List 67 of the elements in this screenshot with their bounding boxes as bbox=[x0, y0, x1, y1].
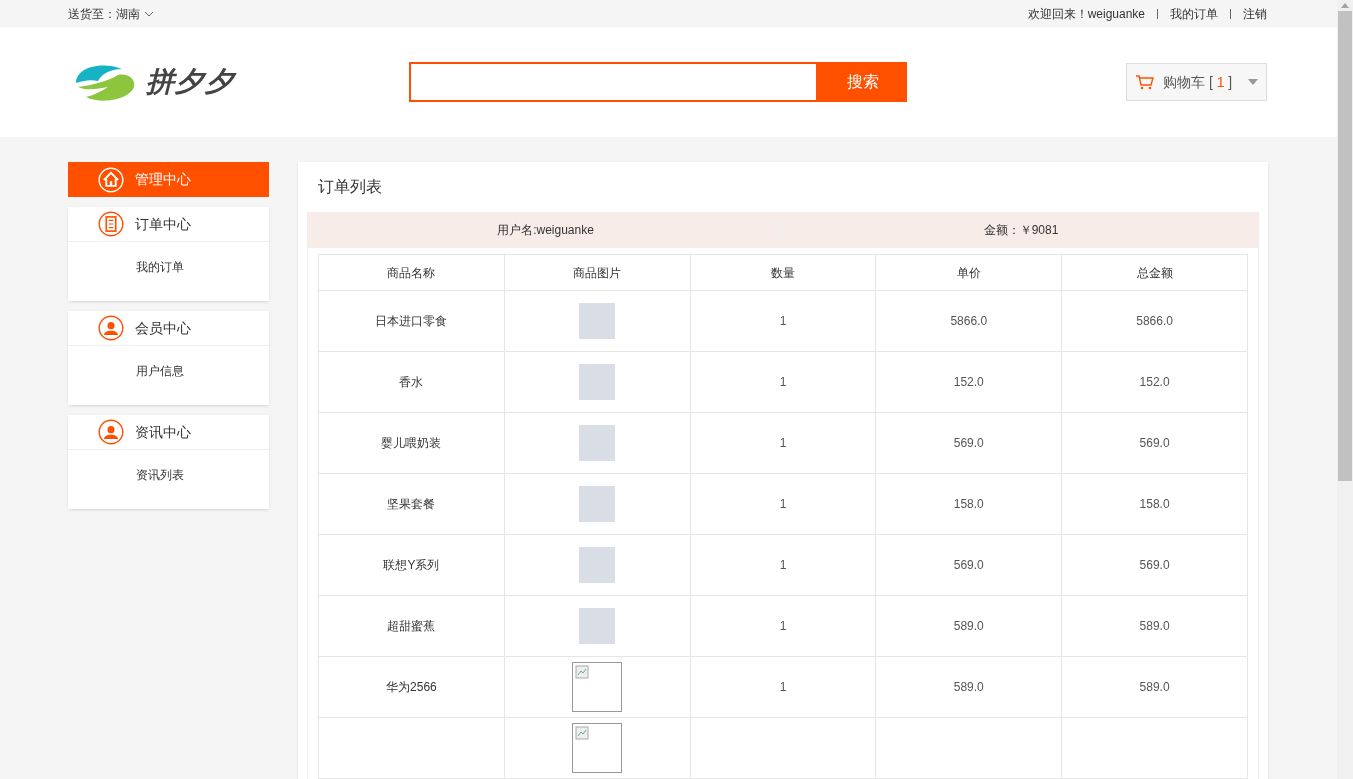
photo-placeholder bbox=[579, 303, 616, 339]
table-cell-text: 1 bbox=[779, 314, 787, 328]
table-cell-text: 152.0 bbox=[1139, 375, 1170, 389]
search-field[interactable] bbox=[409, 62, 818, 103]
column-header: 总金额 bbox=[1061, 254, 1248, 291]
table-cell-text: 日本进口零食 bbox=[375, 314, 448, 328]
table-cell-text: 1 bbox=[779, 497, 787, 511]
summary-text: 金额：￥9081 bbox=[783, 213, 1258, 247]
top-link[interactable]: 注销 bbox=[1243, 4, 1267, 23]
broken-image-icon bbox=[575, 726, 590, 740]
table-cell-text: 香水 bbox=[399, 375, 424, 389]
panel-title: 订单列表 bbox=[317, 177, 383, 197]
summary-text: 用户名:weiguanke bbox=[496, 222, 595, 239]
table-cell-text: 569.0 bbox=[1139, 558, 1170, 572]
column-header: 商品名称 bbox=[318, 254, 505, 291]
sidebar-section-header[interactable]: 订单中心 bbox=[68, 207, 269, 242]
photo-placeholder bbox=[579, 547, 616, 583]
table-cell-text: 589.0 bbox=[1139, 680, 1170, 694]
table-cell-text: 589.0 bbox=[953, 680, 984, 694]
scrollbar[interactable] bbox=[1337, 0, 1353, 779]
photo-placeholder bbox=[579, 608, 616, 644]
top-link[interactable]: 我的订单 bbox=[1170, 4, 1218, 23]
table-cell-text: 158.0 bbox=[1139, 497, 1170, 511]
table-cell-text: 1 bbox=[779, 558, 787, 572]
chevron-down-icon bbox=[144, 10, 154, 17]
welcome-text: 欢迎回来！weiguanke bbox=[1027, 5, 1145, 23]
cart-icon bbox=[1135, 74, 1155, 91]
table-cell-text: 超甜蜜蕉 bbox=[387, 619, 436, 633]
sidebar-link[interactable]: 用户信息 bbox=[136, 362, 269, 380]
table-cell-text: 坚果套餐 bbox=[387, 497, 436, 511]
photo-placeholder bbox=[579, 364, 616, 400]
table-cell-text: 589.0 bbox=[953, 619, 984, 633]
scrollbar-thumb[interactable] bbox=[1338, 11, 1352, 481]
table-cell-text: 华为2566 bbox=[386, 680, 437, 694]
sidebar-link[interactable]: 资讯列表 bbox=[136, 466, 269, 484]
broken-image-icon bbox=[575, 665, 590, 679]
column-header: 数量 bbox=[690, 254, 876, 291]
photo-placeholder bbox=[579, 425, 616, 461]
delivery-location[interactable]: 送货至：湖南 bbox=[68, 4, 154, 23]
home-icon bbox=[98, 166, 124, 193]
table-cell-text: 158.0 bbox=[953, 497, 984, 511]
column-header: 商品图片 bbox=[504, 254, 691, 291]
cart-button[interactable]: 购物车 [ 1 ] bbox=[1126, 63, 1267, 102]
table-cell-text: 589.0 bbox=[1139, 619, 1170, 633]
logo-text: 拼夕夕 bbox=[146, 65, 235, 100]
table-cell-text: 569.0 bbox=[953, 558, 984, 572]
table-cell-text: 569.0 bbox=[1139, 436, 1170, 450]
sidebar-section-header[interactable]: 会员中心 bbox=[68, 311, 269, 346]
table-cell-text: 联想Y系列 bbox=[383, 558, 440, 572]
column-header: 单价 bbox=[875, 254, 1062, 291]
table-cell-text: 152.0 bbox=[953, 375, 984, 389]
table-cell-text: 婴儿喂奶装 bbox=[381, 436, 442, 450]
scroll-up-icon[interactable] bbox=[1341, 2, 1349, 8]
table-cell-text: 569.0 bbox=[953, 436, 984, 450]
photo-placeholder bbox=[579, 486, 616, 522]
sidebar-link[interactable]: 我的订单 bbox=[136, 258, 269, 276]
table-cell-text: 1 bbox=[779, 436, 787, 450]
document-icon bbox=[98, 211, 124, 237]
table-cell-text: 5866.0 bbox=[1136, 314, 1173, 328]
table-cell-text: 5866.0 bbox=[950, 314, 988, 328]
table-cell-text: 1 bbox=[779, 619, 787, 633]
user-icon bbox=[98, 419, 124, 445]
table-cell-text: 1 bbox=[779, 375, 787, 389]
table-cell-text: 1 bbox=[779, 680, 787, 694]
caret-icon bbox=[1248, 79, 1258, 86]
user-icon bbox=[98, 315, 124, 341]
sidebar-section-header[interactable]: 资讯中心 bbox=[68, 415, 269, 450]
